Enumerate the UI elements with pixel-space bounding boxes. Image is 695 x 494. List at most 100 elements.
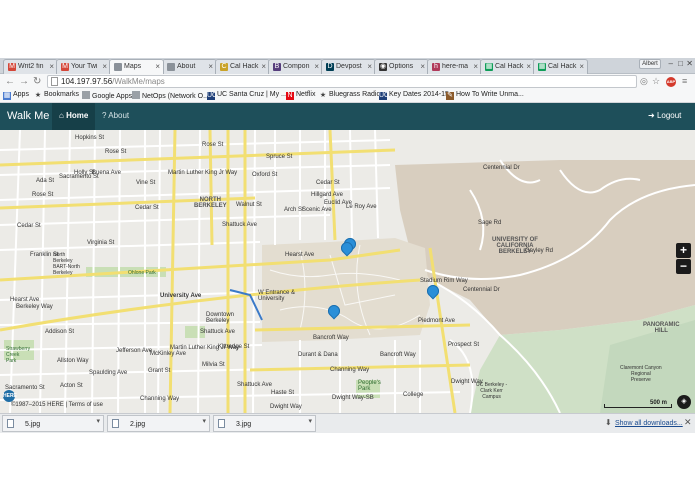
- brand-title[interactable]: Walk Me: [7, 110, 49, 122]
- profile-button[interactable]: Albert: [639, 59, 661, 69]
- browser-tab[interactable]: C Cal Hack ×: [215, 59, 270, 74]
- logout-label: Logout: [656, 111, 682, 120]
- browser-tab-label: Compon: [283, 63, 310, 70]
- street-label-sage: Sage Rd: [478, 220, 502, 226]
- question-circle-icon: ?: [102, 111, 107, 120]
- bookmark-item[interactable]: ★ Bluegrass Radio: [319, 91, 381, 100]
- browser-tab[interactable]: h here-ma ×: [427, 59, 482, 74]
- bookmark-icon: ✎: [446, 92, 454, 100]
- map-layers-button[interactable]: ◈: [677, 395, 691, 409]
- map-label-panoramic-hill: PANORAMIC HILL: [643, 322, 680, 334]
- page-icon: [167, 63, 175, 71]
- map-label-downtown: Downtown Berkeley: [206, 312, 235, 324]
- bookmark-icon: ▦: [3, 92, 11, 100]
- bookmark-item[interactable]: ★ Bookmarks: [34, 91, 79, 100]
- browser-tab[interactable]: M Your Twi ×: [56, 59, 111, 74]
- chevron-down-icon[interactable]: ▾: [96, 417, 100, 425]
- url-input[interactable]: 104.197.97.56/WalkMe/maps: [47, 75, 637, 88]
- browser-tab-label: About: [177, 63, 196, 70]
- reload-icon[interactable]: ↻: [33, 75, 41, 88]
- street-label-virginia: Virginia St: [87, 240, 115, 246]
- street-label-hillgard: Hillgard Ave: [311, 192, 343, 198]
- street-label-jefferson: Jefferson Ave: [116, 348, 153, 354]
- browser-tab[interactable]: ▦ Cal Hack ×: [480, 59, 535, 74]
- bookmark-item[interactable]: NetOps (Network O...: [132, 91, 209, 100]
- close-downloads-icon[interactable]: ✕: [684, 417, 692, 428]
- browser-tab[interactable]: M Writ2 fin ×: [3, 59, 58, 74]
- bookmark-item[interactable]: ▦ Apps: [3, 91, 29, 100]
- map-label-strawberry-creek: Strawberry Creek Park: [6, 346, 31, 364]
- location-icon[interactable]: ◎: [640, 75, 648, 88]
- close-tab-icon[interactable]: ×: [367, 62, 372, 71]
- street-label-vine: Vine St: [136, 180, 156, 186]
- nav-about-link[interactable]: ? About: [102, 111, 129, 120]
- download-item[interactable]: 3.jpg ▾: [213, 415, 316, 432]
- close-window-icon[interactable]: ✕: [686, 59, 693, 68]
- bookmark-icon: UC: [207, 92, 218, 100]
- browser-tab[interactable]: Maps ×: [109, 59, 164, 74]
- street-label-ada: Ada St: [36, 178, 55, 184]
- bookmark-star-icon[interactable]: ☆: [652, 75, 660, 88]
- minimize-icon[interactable]: –: [669, 59, 673, 68]
- browser-tab[interactable]: ◉ Options ×: [374, 59, 429, 74]
- download-arrow-icon: ⬇: [605, 418, 612, 427]
- map-attribution[interactable]: ©1987–2015 HERE | Terms of use: [11, 402, 103, 408]
- download-item[interactable]: 2.jpg ▾: [107, 415, 210, 432]
- chevron-down-icon[interactable]: ▾: [308, 417, 312, 425]
- adblock-icon[interactable]: ABP: [666, 77, 676, 87]
- back-icon[interactable]: ←: [5, 75, 15, 88]
- menu-icon[interactable]: ≡: [682, 75, 687, 88]
- map-canvas[interactable]: NORTH BERKELEY UNIVERSITY OF CALIFORNIA …: [0, 130, 695, 413]
- close-tab-icon[interactable]: ×: [208, 62, 213, 71]
- maximize-icon[interactable]: □: [678, 59, 683, 68]
- street-label-shattuck-upper: Shattuck Ave: [222, 222, 257, 228]
- close-tab-icon[interactable]: ×: [155, 62, 160, 71]
- bookmark-icon: N: [286, 92, 294, 100]
- chevron-down-icon[interactable]: ▾: [202, 417, 206, 425]
- street-label-cedar-right: Cedar St: [316, 180, 340, 186]
- bookmark-item[interactable]: UCUC Santa Cruz | My ...: [207, 91, 287, 100]
- bookmark-icon: [82, 91, 90, 99]
- sheets-icon: ▦: [538, 63, 546, 71]
- close-tab-icon[interactable]: ×: [473, 62, 478, 71]
- bookmark-item[interactable]: UCKey Dates 2014-15: [379, 91, 449, 100]
- zoom-out-button[interactable]: −: [676, 259, 691, 274]
- sheets-icon: ▦: [485, 63, 493, 71]
- browser-tab-label: Cal Hack: [230, 63, 259, 70]
- bookmark-item[interactable]: N Netflix: [286, 91, 315, 100]
- street-label-mckinley: McKinley Ave: [150, 351, 186, 357]
- close-tab-icon[interactable]: ×: [102, 62, 107, 71]
- bookmark-label: Google Apps: [92, 93, 133, 100]
- forward-icon[interactable]: →: [19, 75, 29, 88]
- close-tab-icon[interactable]: ×: [261, 62, 266, 71]
- logout-link[interactable]: ➜ Logout: [648, 111, 681, 120]
- close-tab-icon[interactable]: ×: [526, 62, 531, 71]
- close-tab-icon[interactable]: ×: [579, 62, 584, 71]
- street-label-hearst-left: Hearst Ave: [10, 297, 40, 303]
- street-label-cedar-mid: Cedar St: [135, 205, 159, 211]
- street-label-spruce: Spruce St: [266, 154, 293, 160]
- street-label-shattuck: Shattuck Ave: [237, 382, 272, 388]
- street-label-centennial: Centennial Dr: [463, 287, 500, 293]
- bookmark-label: Netflix: [296, 91, 316, 98]
- browser-tab[interactable]: D Devpost ×: [321, 59, 376, 74]
- bookmark-item[interactable]: Google Apps: [82, 91, 132, 100]
- download-item[interactable]: 5.jpg ▾: [2, 415, 104, 432]
- browser-tab[interactable]: ▦ Cal Hack ×: [533, 59, 588, 74]
- browser-tab-label: Cal Hack: [495, 63, 524, 70]
- map-label-ohlone: Ohlone Park: [128, 270, 156, 276]
- zoom-in-button[interactable]: +: [676, 243, 691, 258]
- street-label-hearst-mid: Hearst Ave: [285, 252, 315, 258]
- browser-tab[interactable]: B Compon ×: [268, 59, 323, 74]
- show-all-downloads-link[interactable]: Show all downloads...: [615, 420, 683, 427]
- nav-about-label: About: [108, 111, 130, 120]
- repo-icon: h: [432, 63, 440, 71]
- bookmark-item[interactable]: ✎ How To Write Unma...: [446, 91, 524, 100]
- close-tab-icon[interactable]: ×: [314, 62, 319, 71]
- nav-home-link[interactable]: ⌂ Home: [59, 111, 88, 120]
- close-tab-icon[interactable]: ×: [49, 62, 54, 71]
- close-tab-icon[interactable]: ×: [420, 62, 425, 71]
- image-file-icon: [7, 419, 14, 428]
- bottom-margin: [0, 433, 695, 494]
- browser-tab[interactable]: About ×: [162, 59, 217, 74]
